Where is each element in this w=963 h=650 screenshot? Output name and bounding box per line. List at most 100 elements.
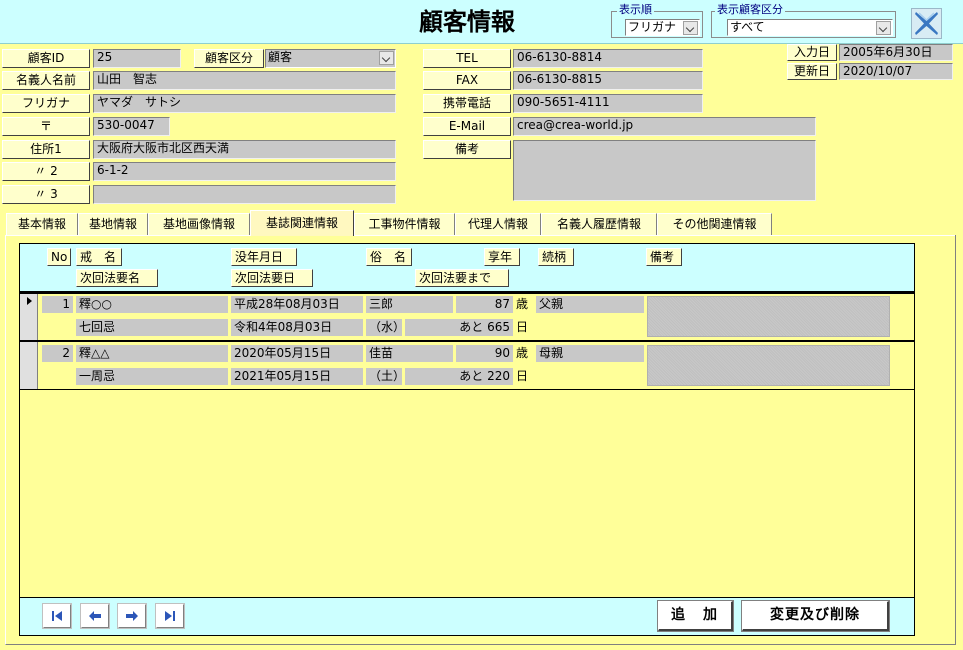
- record-memorial-name[interactable]: 一周忌: [76, 368, 228, 385]
- edit-delete-button[interactable]: 変更及び削除: [742, 601, 889, 631]
- page-title: 顧客情報: [419, 7, 515, 36]
- fax-field[interactable]: 06-6130-8815: [513, 71, 703, 90]
- chevron-down-icon[interactable]: [876, 21, 891, 35]
- address1-label: 住所1: [2, 140, 90, 159]
- address2-field[interactable]: 6-1-2: [93, 162, 396, 181]
- customer-id-field[interactable]: 25: [93, 49, 181, 68]
- address3-field[interactable]: [93, 185, 396, 204]
- record-memorial-date[interactable]: 令和4年08月03日: [231, 319, 363, 336]
- furigana-label: フリガナ: [2, 94, 90, 113]
- col-header-kaimyo[interactable]: 戒 名: [76, 248, 122, 266]
- previous-record-button[interactable]: [81, 604, 109, 628]
- record-relation[interactable]: 父親: [536, 296, 644, 313]
- arrow-left-icon: [89, 611, 101, 621]
- record-memorial-weekday[interactable]: （土）: [366, 368, 402, 385]
- tel-field[interactable]: 06-6130-8814: [513, 49, 703, 68]
- tab-other-info[interactable]: その他関連情報: [657, 213, 772, 236]
- tab-basic-info[interactable]: 基本情報: [6, 213, 78, 236]
- add-record-button[interactable]: 追 加: [658, 601, 733, 631]
- memo-label: 備考: [423, 140, 511, 159]
- furigana-field[interactable]: ヤマダ サトシ: [93, 94, 396, 113]
- update-date-label: 更新日: [787, 63, 837, 80]
- record-memorial-name[interactable]: 七回忌: [76, 319, 228, 336]
- first-record-button[interactable]: [43, 604, 71, 628]
- address2-label: 〃 2: [2, 162, 90, 181]
- holder-name-label: 名義人名前: [2, 71, 90, 90]
- chevron-down-icon[interactable]: [683, 21, 698, 35]
- record-zokumyo[interactable]: 三郎: [366, 296, 453, 313]
- record-selector[interactable]: [20, 342, 38, 389]
- sort-order-select[interactable]: フリガナ: [625, 19, 700, 36]
- tab-construction-info[interactable]: 工事物件情報: [354, 213, 455, 236]
- zip-code-field[interactable]: 530-0047: [93, 117, 170, 136]
- close-x-icon: [915, 12, 938, 35]
- col-header-age[interactable]: 享年: [484, 248, 520, 266]
- customer-category-select[interactable]: 顧客: [265, 49, 396, 68]
- col-header-remark[interactable]: 備考: [646, 248, 682, 266]
- last-record-icon: [165, 611, 175, 621]
- record-remark[interactable]: [647, 345, 890, 386]
- record-until-days[interactable]: あと 665: [405, 319, 513, 336]
- col-header-next-memorial-until[interactable]: 次回法要まで: [415, 269, 509, 287]
- address1-field[interactable]: 大阪府大阪市北区西天満: [93, 140, 396, 159]
- record-until-unit: 日: [516, 369, 529, 383]
- record-no[interactable]: 2: [42, 345, 73, 362]
- record-until-value: 665: [487, 320, 510, 334]
- last-record-button[interactable]: [156, 604, 184, 628]
- record-death-date[interactable]: 2020年05月15日: [231, 345, 363, 362]
- customer-id-label: 顧客ID: [2, 49, 90, 68]
- entry-date-field[interactable]: 2005年6月30日: [839, 44, 953, 61]
- tab-grave-record-info[interactable]: 基誌関連情報: [250, 210, 354, 236]
- record-selector[interactable]: [20, 294, 38, 340]
- record-age[interactable]: 90: [456, 345, 513, 362]
- tel-label: TEL: [423, 49, 511, 68]
- record-kaimyo[interactable]: 釋○○: [76, 296, 228, 313]
- record-age[interactable]: 87: [456, 296, 513, 313]
- mobile-label: 携帯電話: [423, 94, 511, 113]
- col-header-next-memorial-name[interactable]: 次回法要名: [76, 269, 158, 287]
- record-memorial-weekday[interactable]: （水）: [366, 319, 402, 336]
- tab-holder-history-info[interactable]: 名義人履歴情報: [541, 213, 657, 236]
- col-header-no[interactable]: No: [47, 248, 72, 266]
- panel-right-border: [955, 235, 956, 645]
- record-death-date[interactable]: 平成28年08月03日: [231, 296, 363, 313]
- col-header-death-date[interactable]: 没年月日: [231, 248, 297, 266]
- chevron-down-icon[interactable]: [379, 51, 394, 65]
- sort-order-group-label: 表示順: [617, 3, 654, 16]
- holder-name-field[interactable]: 山田 智志: [93, 71, 396, 90]
- col-header-next-memorial-date[interactable]: 次回法要日: [231, 269, 313, 287]
- customer-category-filter-select[interactable]: すべて: [727, 19, 893, 36]
- col-header-zokumyo[interactable]: 俗 名: [366, 248, 412, 266]
- record-memorial-date[interactable]: 2021年05月15日: [231, 368, 363, 385]
- address3-label: 〃 3: [2, 185, 90, 204]
- customer-category-filter-label: 表示顧客区分: [715, 3, 785, 16]
- zip-code-label: 〒: [2, 117, 90, 136]
- record-separator: [20, 389, 914, 390]
- close-button[interactable]: [911, 8, 942, 39]
- record-remark[interactable]: [647, 296, 890, 337]
- email-field[interactable]: crea@crea-world.jp: [513, 117, 816, 136]
- record-separator: [20, 292, 914, 294]
- email-label: E-Mail: [423, 117, 511, 136]
- mobile-field[interactable]: 090-5651-4111: [513, 94, 703, 113]
- arrow-right-icon: [126, 611, 138, 621]
- record-until-days[interactable]: あと 220: [405, 368, 513, 385]
- record-no[interactable]: 1: [42, 296, 73, 313]
- record-kaimyo[interactable]: 釋△△: [76, 345, 228, 362]
- col-header-relation[interactable]: 続柄: [538, 248, 574, 266]
- tab-grave-info[interactable]: 基地情報: [78, 213, 148, 236]
- record-until-prefix: あと: [459, 369, 484, 383]
- tab-grave-image-info[interactable]: 基地画像情報: [148, 213, 250, 236]
- record-until-prefix: あと: [459, 320, 484, 334]
- tab-agent-info[interactable]: 代理人情報: [455, 213, 541, 236]
- record-until-value: 220: [487, 369, 510, 383]
- record-until-unit: 日: [516, 320, 529, 334]
- record-age-unit: 歳: [516, 297, 529, 311]
- record-relation[interactable]: 母親: [536, 345, 644, 362]
- entry-date-label: 入力日: [787, 44, 837, 61]
- current-record-arrow-icon: [27, 297, 32, 305]
- memo-field[interactable]: [513, 140, 816, 201]
- update-date-field[interactable]: 2020/10/07: [839, 63, 953, 80]
- next-record-button[interactable]: [118, 604, 146, 628]
- record-zokumyo[interactable]: 佳苗: [366, 345, 453, 362]
